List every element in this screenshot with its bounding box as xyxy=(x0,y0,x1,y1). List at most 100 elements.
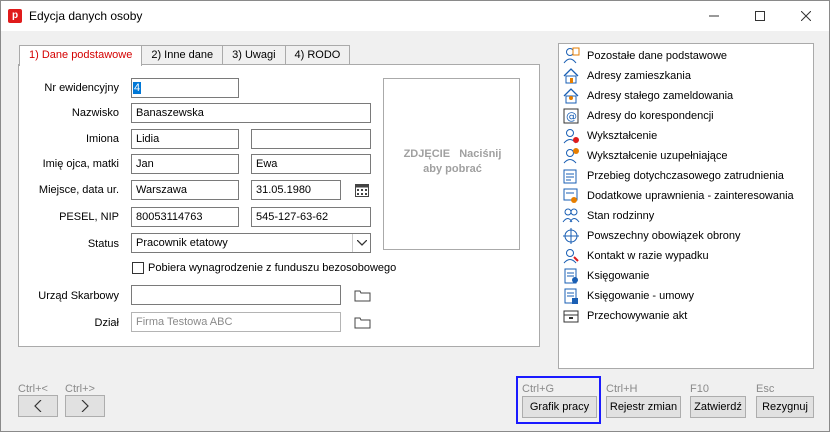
tab-inne-dane[interactable]: 2) Inne dane xyxy=(141,45,224,65)
chevron-left-icon xyxy=(34,399,42,413)
rezygnuj-button[interactable]: Rezygnuj xyxy=(756,396,814,418)
calendar-button[interactable] xyxy=(353,181,371,199)
list-item-obowiazek-obrony[interactable]: Powszechny obowiązek obrony xyxy=(562,226,740,246)
list-item-label: Przebieg dotychczasowego zatrudnienia xyxy=(587,170,784,182)
list-item-label: Adresy stałego zameldowania xyxy=(587,90,734,102)
list-item-label: Dodatkowe uprawnienia - zainteresowania xyxy=(587,190,794,202)
dzial-label: Dział xyxy=(94,317,119,329)
close-button[interactable] xyxy=(783,1,829,31)
imie1-input[interactable]: Lidia xyxy=(131,129,239,149)
bezosobowy-checkbox[interactable] xyxy=(132,262,144,274)
list-item-label: Księgowanie - umowy xyxy=(587,290,694,302)
close-icon xyxy=(801,11,811,21)
prev-record-button[interactable] xyxy=(18,395,58,417)
rejestr-shortcut: Ctrl+H xyxy=(606,383,638,395)
photo-hint-line2: aby pobrać xyxy=(423,163,482,175)
at-mail-icon: @ xyxy=(562,107,580,125)
photo-box[interactable]: ZDJĘCIE Naciśnij aby pobrać xyxy=(383,78,520,250)
dzial-browse-button[interactable] xyxy=(353,313,371,331)
list-item-przebieg-zatrudnienia[interactable]: Przebieg dotychczasowego zatrudnienia xyxy=(562,166,784,186)
employment-history-icon xyxy=(562,167,580,185)
home-person-icon xyxy=(562,87,580,105)
home-icon xyxy=(562,67,580,85)
photo-hint-action: Naciśnij xyxy=(459,148,502,160)
miejsce-urodzenia-input[interactable]: Warszawa xyxy=(131,180,239,200)
rejestr-zmian-button[interactable]: Rejestr zmian xyxy=(606,396,681,418)
archive-box-icon xyxy=(562,307,580,325)
imie2-input[interactable] xyxy=(251,129,371,149)
person-data-icon xyxy=(562,47,580,65)
list-item-wyksztalcenie-uzupelniajace[interactable]: Wykształcenie uzupełniające xyxy=(562,146,728,166)
rezygnuj-shortcut: Esc xyxy=(756,383,775,395)
nip-input[interactable]: 545-127-63-62 xyxy=(251,207,371,227)
tab-strip: 1) Dane podstawowe 2) Inne dane 3) Uwagi… xyxy=(19,45,351,66)
tab-dane-podstawowe[interactable]: 1) Dane podstawowe xyxy=(19,45,143,66)
education-icon xyxy=(562,127,580,145)
certificate-icon xyxy=(562,187,580,205)
list-item-adresy-zamieszkania[interactable]: Adresy zamieszkania xyxy=(562,66,691,86)
photo-hint-title: ZDJĘCIE xyxy=(403,148,451,160)
photo-hint: ZDJĘCIE Naciśnij aby pobrać xyxy=(384,147,521,177)
list-item-wyksztalcenie[interactable]: Wykształcenie xyxy=(562,126,657,146)
list-item-ksiegowanie-umowy[interactable]: Księgowanie - umowy xyxy=(562,286,694,306)
rodzice-label: Imię ojca, matki xyxy=(42,158,119,170)
nr-ewidencyjny-label: Nr ewidencyjny xyxy=(44,82,119,94)
list-item-adresy-zameldowania[interactable]: Adresy stałego zameldowania xyxy=(562,86,733,106)
emergency-contact-icon xyxy=(562,247,580,265)
minimize-button[interactable] xyxy=(691,1,737,31)
list-item-dodatkowe-uprawnienia[interactable]: Dodatkowe uprawnienia - zainteresowania xyxy=(562,186,794,206)
list-item-label: Kontakt w razie wypadku xyxy=(587,250,709,262)
nazwisko-input[interactable]: Banaszewska xyxy=(131,103,371,123)
pesel-input[interactable]: 80053114763 xyxy=(131,207,239,227)
next-shortcut: Ctrl+> xyxy=(65,383,95,395)
status-label: Status xyxy=(87,238,119,250)
grafik-shortcut: Ctrl+G xyxy=(522,383,555,395)
tab-uwagi[interactable]: 3) Uwagi xyxy=(222,45,286,65)
app-logo-icon: p xyxy=(8,9,22,23)
list-item-ksiegowanie[interactable]: Księgowanie xyxy=(562,266,649,286)
family-icon xyxy=(562,207,580,225)
status-value: Pracownik etatowy xyxy=(136,237,228,249)
grafik-pracy-button[interactable]: Grafik pracy xyxy=(522,396,597,418)
target-icon xyxy=(562,227,580,245)
related-data-list: Pozostałe dane podstawowe Adresy zamiesz… xyxy=(558,43,814,369)
accounting-icon xyxy=(562,267,580,285)
urzad-skarbowy-input[interactable] xyxy=(131,285,341,305)
education-plus-icon xyxy=(562,147,580,165)
imiona-label: Imiona xyxy=(85,133,119,145)
imie-ojca-input[interactable]: Jan xyxy=(131,154,239,174)
tab-rodo[interactable]: 4) RODO xyxy=(284,45,351,65)
chevron-right-icon xyxy=(81,399,89,413)
nr-ewidencyjny-input[interactable]: 4 xyxy=(131,78,239,98)
bezosobowy-label: Pobiera wynagrodzenie z funduszu bezosob… xyxy=(148,262,397,274)
list-item-label: Księgowanie xyxy=(587,270,650,282)
maximize-button[interactable] xyxy=(737,1,783,31)
list-item-kontakt-wypadek[interactable]: Kontakt w razie wypadku xyxy=(562,246,709,266)
zatwierdz-shortcut: F10 xyxy=(690,383,709,395)
window-title: Edycja danych osoby xyxy=(29,9,143,23)
chevron-down-icon[interactable] xyxy=(352,234,370,252)
next-record-button[interactable] xyxy=(65,395,105,417)
list-item-label: Pozostałe dane podstawowe xyxy=(587,50,728,62)
title-bar: p Edycja danych osoby xyxy=(1,1,829,31)
list-item-przechowywanie-akt[interactable]: Przechowywanie akt xyxy=(562,306,687,326)
pesel-nip-label: PESEL, NIP xyxy=(59,211,119,223)
accounting-contract-icon xyxy=(562,287,580,305)
list-item-label: Wykształcenie xyxy=(587,130,658,142)
list-item-label: Stan rodzinny xyxy=(587,210,655,222)
nr-ewidencyjny-value: 4 xyxy=(133,82,142,94)
minimize-icon xyxy=(709,15,719,17)
svg-text:@: @ xyxy=(566,110,577,123)
list-item-adresy-korespondencji[interactable]: @ Adresy do korespondencji xyxy=(562,106,714,126)
dzial-input[interactable]: Firma Testowa ABC xyxy=(131,312,341,332)
list-item-pozostale-dane[interactable]: Pozostałe dane podstawowe xyxy=(562,46,727,66)
imie-matki-input[interactable]: Ewa xyxy=(251,154,371,174)
urzad-skarbowy-label: Urząd Skarbowy xyxy=(38,290,119,302)
list-item-stan-rodzinny[interactable]: Stan rodzinny xyxy=(562,206,654,226)
zatwierdz-button[interactable]: Zatwierdź xyxy=(690,396,746,418)
calendar-icon xyxy=(355,184,369,197)
status-select[interactable]: Pracownik etatowy xyxy=(131,233,371,253)
urzad-browse-button[interactable] xyxy=(353,286,371,304)
data-urodzenia-input[interactable]: 31.05.1980 xyxy=(251,180,341,200)
folder-icon xyxy=(354,317,370,329)
